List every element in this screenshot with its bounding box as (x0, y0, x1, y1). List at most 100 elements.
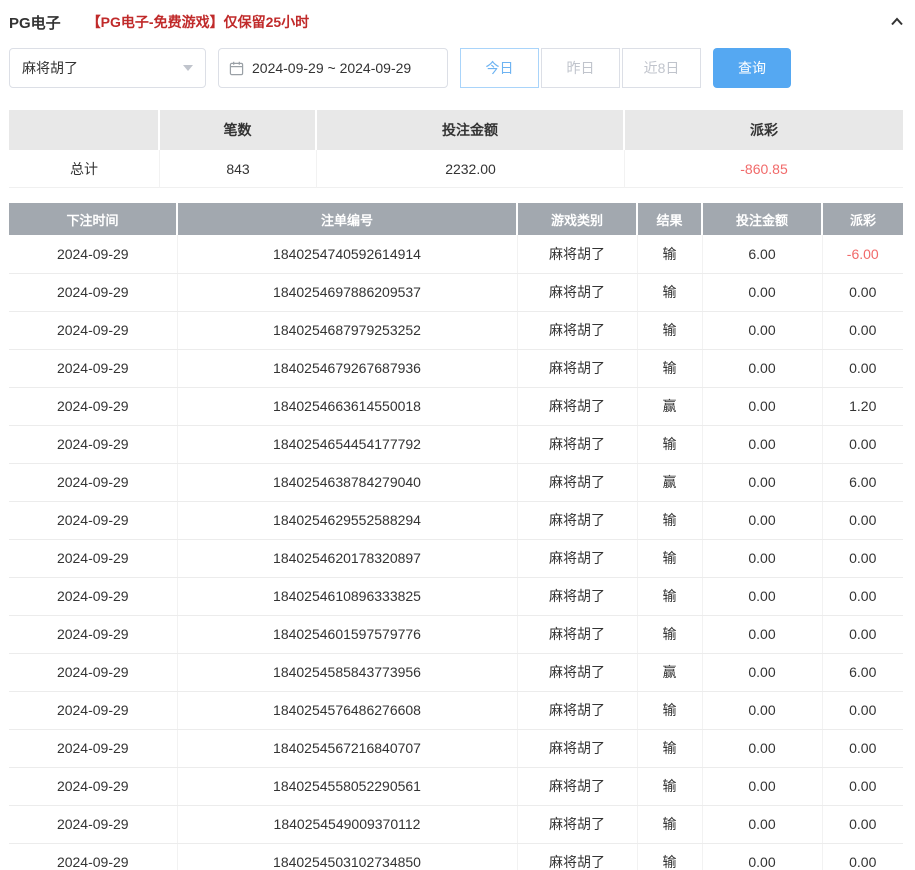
cell-bet-date: 2024-09-29 (9, 387, 177, 425)
cell-bet-date: 2024-09-29 (9, 805, 177, 843)
today-button[interactable]: 今日 (460, 48, 539, 88)
cell-bet-date: 2024-09-29 (9, 501, 177, 539)
cell-order-id: 1840254585843773956 (177, 653, 517, 691)
col-bet-date: 下注时间 (9, 203, 177, 235)
cell-order-id: 1840254601597579776 (177, 615, 517, 653)
last-8-days-button[interactable]: 近8日 (622, 48, 701, 88)
cell-order-id: 1840254638784279040 (177, 463, 517, 501)
cell-game-type: 麻将胡了 (517, 235, 637, 273)
cell-order-id: 1840254567216840707 (177, 729, 517, 767)
col-result: 结果 (637, 203, 702, 235)
cell-bet-amount: 0.00 (702, 273, 822, 311)
summary-total-label: 总计 (9, 150, 160, 188)
table-row: 2024-09-291840254503102734850麻将胡了输0.000.… (9, 843, 903, 870)
cell-payout: 0.00 (822, 615, 903, 653)
yesterday-button[interactable]: 昨日 (541, 48, 620, 88)
cell-bet-date: 2024-09-29 (9, 767, 177, 805)
cell-game-type: 麻将胡了 (517, 577, 637, 615)
cell-bet-date: 2024-09-29 (9, 311, 177, 349)
cell-order-id: 1840254687979253252 (177, 311, 517, 349)
cell-bet-amount: 0.00 (702, 843, 822, 870)
cell-payout: 0.00 (822, 311, 903, 349)
cell-bet-date: 2024-09-29 (9, 273, 177, 311)
cell-game-type: 麻将胡了 (517, 729, 637, 767)
table-row: 2024-09-291840254558052290561麻将胡了输0.000.… (9, 767, 903, 805)
summary-header-row: 笔数 投注金额 派彩 (9, 110, 903, 150)
cell-bet-date: 2024-09-29 (9, 615, 177, 653)
page-title: PG电子 (9, 12, 61, 33)
col-order-id: 注单编号 (177, 203, 517, 235)
notice-text: 【PG电子-免费游戏】仅保留25小时 (87, 12, 309, 32)
table-row: 2024-09-291840254585843773956麻将胡了赢0.006.… (9, 653, 903, 691)
cell-bet-amount: 0.00 (702, 729, 822, 767)
table-row: 2024-09-291840254638784279040麻将胡了赢0.006.… (9, 463, 903, 501)
cell-result: 输 (637, 235, 702, 273)
cell-order-id: 1840254697886209537 (177, 273, 517, 311)
chevron-down-icon (183, 65, 193, 71)
cell-order-id: 1840254620178320897 (177, 539, 517, 577)
cell-payout: 0.00 (822, 729, 903, 767)
summary-header-payout: 派彩 (625, 110, 903, 150)
cell-bet-amount: 0.00 (702, 501, 822, 539)
cell-bet-amount: 0.00 (702, 463, 822, 501)
cell-payout: 0.00 (822, 577, 903, 615)
cell-order-id: 1840254740592614914 (177, 235, 517, 273)
cell-bet-date: 2024-09-29 (9, 653, 177, 691)
date-range-value: 2024-09-29 ~ 2024-09-29 (252, 60, 411, 76)
cell-bet-amount: 0.00 (702, 349, 822, 387)
cell-payout: -6.00 (822, 235, 903, 273)
table-row: 2024-09-291840254610896333825麻将胡了输0.000.… (9, 577, 903, 615)
cell-bet-amount: 0.00 (702, 539, 822, 577)
cell-game-type: 麻将胡了 (517, 653, 637, 691)
cell-result: 输 (637, 349, 702, 387)
table-row: 2024-09-291840254620178320897麻将胡了输0.000.… (9, 539, 903, 577)
game-select[interactable]: 麻将胡了 (9, 48, 206, 88)
game-select-value: 麻将胡了 (22, 58, 78, 78)
table-row: 2024-09-291840254687979253252麻将胡了输0.000.… (9, 311, 903, 349)
summary-total-row: 总计 843 2232.00 -860.85 (9, 150, 903, 188)
collapse-panel-button[interactable] (888, 13, 906, 31)
cell-bet-amount: 0.00 (702, 425, 822, 463)
summary-header-count: 笔数 (160, 110, 317, 150)
cell-result: 输 (637, 539, 702, 577)
cell-bet-date: 2024-09-29 (9, 425, 177, 463)
cell-bet-date: 2024-09-29 (9, 235, 177, 273)
chevron-up-icon (888, 13, 906, 31)
col-game-type: 游戏类别 (517, 203, 637, 235)
cell-order-id: 1840254558052290561 (177, 767, 517, 805)
cell-game-type: 麻将胡了 (517, 767, 637, 805)
cell-order-id: 1840254503102734850 (177, 843, 517, 870)
cell-bet-amount: 0.00 (702, 311, 822, 349)
cell-game-type: 麻将胡了 (517, 691, 637, 729)
cell-bet-amount: 0.00 (702, 767, 822, 805)
cell-order-id: 1840254610896333825 (177, 577, 517, 615)
cell-payout: 0.00 (822, 349, 903, 387)
filter-bar: 麻将胡了 2024-09-29 ~ 2024-09-29 今日 昨日 近8日 查… (9, 48, 906, 88)
cell-bet-date: 2024-09-29 (9, 691, 177, 729)
cell-payout: 0.00 (822, 691, 903, 729)
cell-game-type: 麻将胡了 (517, 843, 637, 870)
cell-payout: 0.00 (822, 805, 903, 843)
table-row: 2024-09-291840254679267687936麻将胡了输0.000.… (9, 349, 903, 387)
calendar-icon (229, 61, 244, 76)
cell-result: 输 (637, 805, 702, 843)
cell-result: 输 (637, 615, 702, 653)
cell-result: 输 (637, 691, 702, 729)
table-row: 2024-09-291840254740592614914麻将胡了输6.00-6… (9, 235, 903, 273)
cell-result: 输 (637, 767, 702, 805)
search-button[interactable]: 查询 (713, 48, 791, 88)
cell-game-type: 麻将胡了 (517, 273, 637, 311)
cell-payout: 0.00 (822, 501, 903, 539)
col-bet-amount: 投注金额 (702, 203, 822, 235)
summary-bet-amount-value: 2232.00 (317, 150, 625, 188)
date-range-picker[interactable]: 2024-09-29 ~ 2024-09-29 (218, 48, 448, 88)
cell-bet-amount: 0.00 (702, 577, 822, 615)
cell-game-type: 麻将胡了 (517, 805, 637, 843)
table-row: 2024-09-291840254576486276608麻将胡了输0.000.… (9, 691, 903, 729)
cell-bet-amount: 0.00 (702, 615, 822, 653)
summary-header-blank (9, 110, 160, 150)
col-payout: 派彩 (822, 203, 903, 235)
table-row: 2024-09-291840254601597579776麻将胡了输0.000.… (9, 615, 903, 653)
cell-order-id: 1840254576486276608 (177, 691, 517, 729)
cell-result: 赢 (637, 387, 702, 425)
